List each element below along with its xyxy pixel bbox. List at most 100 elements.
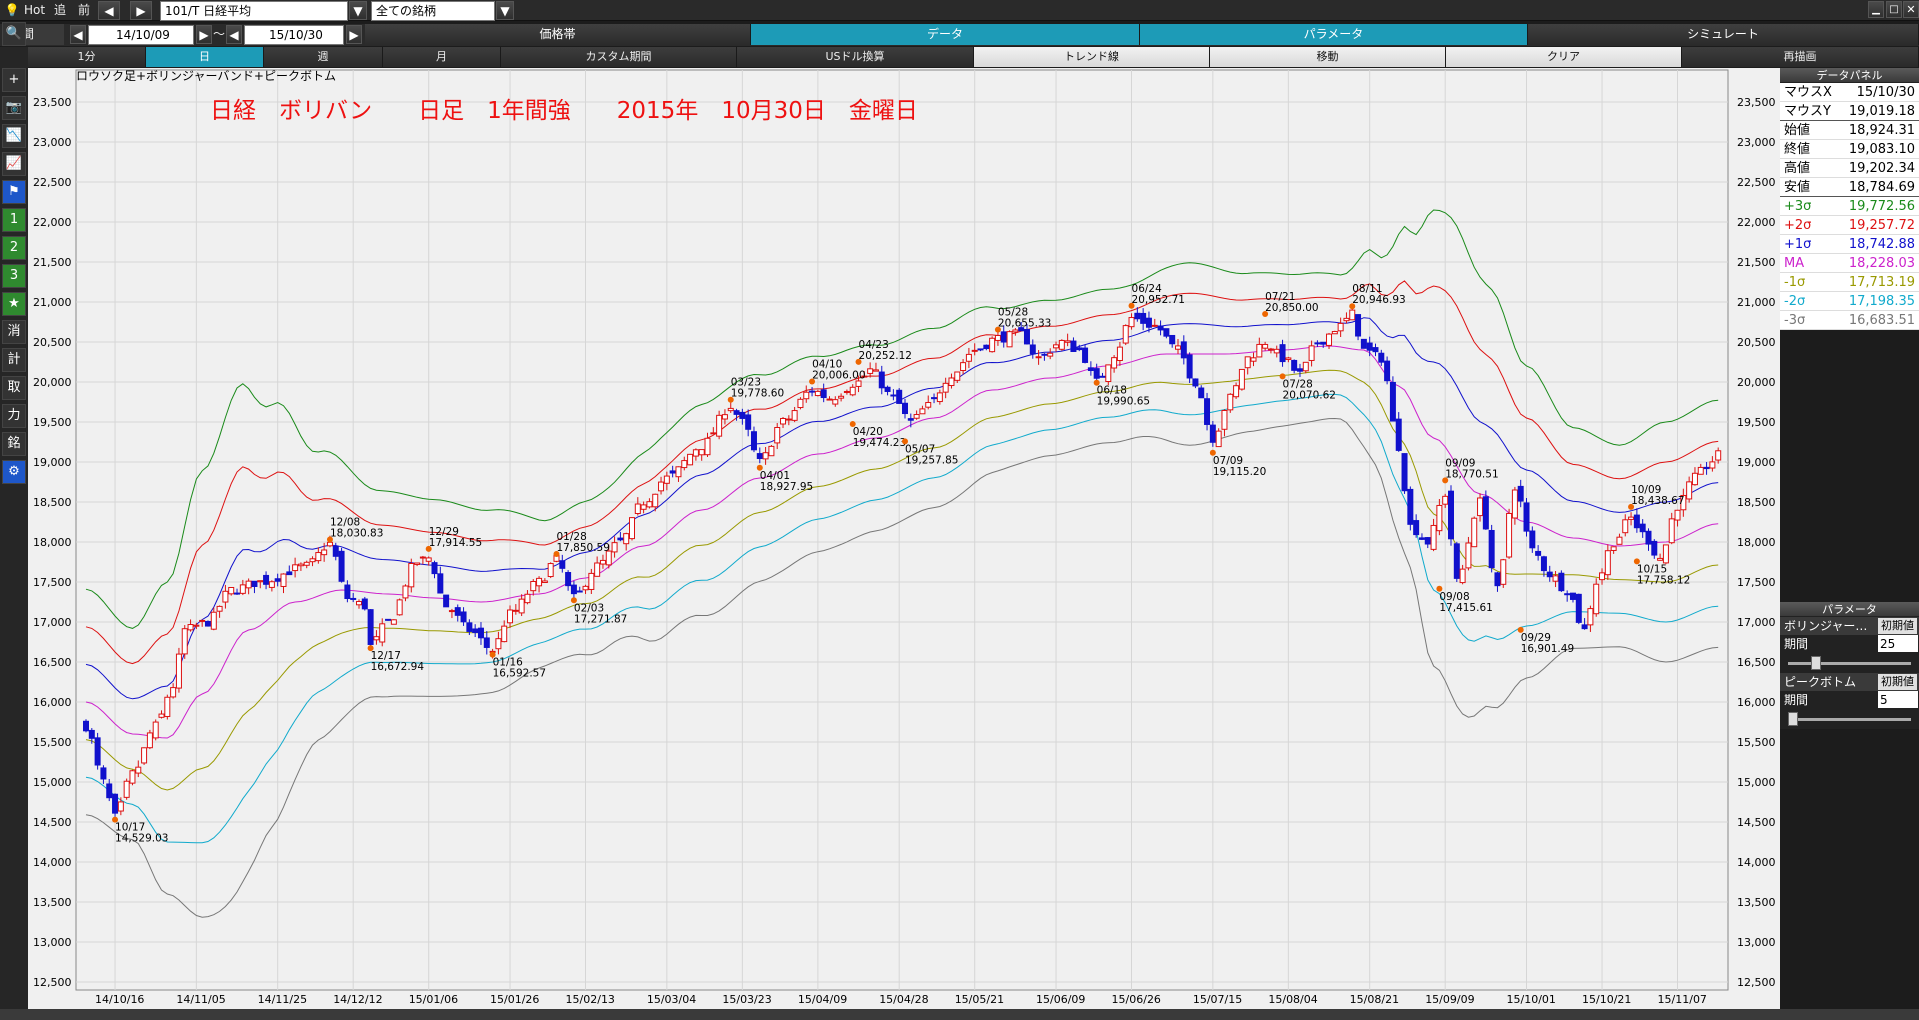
calc-icon[interactable]: 計 — [2, 348, 26, 372]
data-row: 高値 19,202.34 — [1780, 159, 1919, 178]
data-panel: マウスX 15/10/30 マウスY 19,019.18 始値 18,924.31 終値 19… — [1780, 83, 1919, 330]
candle-body — [809, 390, 816, 393]
bollinger-period-input[interactable]: 25 — [1878, 635, 1918, 652]
interval-week-button[interactable]: 週 — [264, 47, 383, 67]
peak-slider-thumb[interactable] — [1788, 712, 1798, 726]
candle-body — [925, 402, 932, 408]
y-tick-label-left: 12,500 — [33, 976, 72, 989]
three-icon[interactable]: 3 — [2, 264, 26, 288]
candle-body — [884, 386, 891, 392]
close-icon[interactable]: ✕ — [1903, 1, 1919, 18]
universe-dropdown-icon[interactable]: ▼ — [496, 1, 514, 20]
to-back-icon[interactable]: ◀ — [226, 25, 242, 44]
from-date-input[interactable]: 14/10/09 — [88, 25, 194, 45]
candle-body — [1175, 345, 1181, 350]
trend-line-button[interactable]: トレンド線 — [974, 47, 1210, 67]
to-date-input[interactable]: 15/10/30 — [244, 25, 344, 45]
prev-button[interactable]: 前 — [78, 0, 90, 21]
maximize-icon[interactable]: □ — [1886, 1, 1902, 18]
bulb-icon[interactable]: 💡 — [4, 0, 20, 21]
peak-period-slider[interactable] — [1780, 709, 1919, 729]
peak-period-input[interactable]: 5 — [1878, 691, 1918, 708]
clear-button[interactable]: クリア — [1446, 47, 1682, 67]
peak-value-label: 20,946.93 — [1352, 294, 1405, 306]
forward-arrow-icon[interactable]: ▶ — [130, 1, 152, 20]
tab-price-band[interactable]: 価格帯 — [365, 24, 751, 45]
candle-body — [350, 597, 357, 600]
data-row-value: 16,683.51 — [1848, 313, 1915, 328]
candle-body — [524, 593, 531, 604]
y-tick-label-left: 22,500 — [33, 176, 72, 189]
chart-title: 日経 ボリバン 日足 1年間強 2015年 10月30日 金曜日 — [210, 98, 918, 124]
chart-line-icon[interactable]: 📈 — [2, 152, 26, 176]
code-dropdown-icon[interactable]: ▼ — [349, 1, 367, 20]
candle-body — [385, 618, 392, 621]
candle-body — [1616, 536, 1623, 545]
bollinger-slider-thumb[interactable] — [1810, 656, 1821, 670]
interval-day-button[interactable]: 日 — [146, 47, 264, 67]
candle-body — [141, 747, 148, 764]
candle-body — [611, 542, 618, 553]
candle-body — [315, 552, 322, 562]
candle-body — [1349, 309, 1356, 321]
candle-body — [1517, 485, 1524, 502]
candle-body — [965, 353, 972, 362]
from-back-icon[interactable]: ◀ — [70, 25, 86, 44]
star-icon[interactable]: ★ — [2, 292, 26, 316]
y-tick-label-right: 14,000 — [1737, 856, 1776, 869]
y-tick-label-left: 18,000 — [33, 536, 72, 549]
search-icon[interactable]: 🔍 — [2, 22, 26, 46]
interval-1min-button[interactable]: 1分 — [28, 47, 146, 67]
universe-select[interactable]: 全ての銘柄 — [371, 1, 495, 21]
flag-icon[interactable]: ⚑ — [2, 180, 26, 204]
bollinger-reset-button[interactable]: 初期値 — [1878, 618, 1917, 634]
candle-body — [1639, 523, 1646, 533]
candle-body — [1430, 524, 1437, 550]
peak-reset-button[interactable]: 初期値 — [1878, 674, 1917, 690]
move-button[interactable]: 移動 — [1210, 47, 1446, 67]
gear-icon[interactable]: ⚙ — [2, 460, 26, 484]
erase-icon[interactable]: 消 — [2, 320, 26, 344]
stock-icon[interactable]: 銘 — [2, 432, 26, 456]
to-forward-icon[interactable]: ▶ — [346, 25, 362, 44]
order-icon[interactable]: 取 — [2, 376, 26, 400]
candle-body — [1703, 466, 1710, 470]
plus-icon[interactable]: + — [2, 68, 26, 92]
back-arrow-icon[interactable]: ◀ — [98, 1, 120, 20]
power-icon[interactable]: 力 — [2, 404, 26, 428]
x-tick-label: 15/06/26 — [1112, 993, 1161, 1006]
tab-simulate[interactable]: シミュレート — [1528, 24, 1919, 45]
tab-parameter[interactable]: パラメータ — [1140, 24, 1528, 45]
two-icon[interactable]: 2 — [2, 236, 26, 260]
candle-body — [1041, 353, 1048, 356]
y-tick-label-right: 20,500 — [1737, 336, 1776, 349]
y-tick-label-left: 15,000 — [33, 776, 72, 789]
candle-body — [582, 585, 589, 591]
candle-body — [1488, 529, 1495, 569]
bottom-value-label: 19,257.85 — [905, 454, 958, 466]
chart-icon[interactable]: 📉 — [2, 124, 26, 148]
one-icon[interactable]: 1 — [2, 208, 26, 232]
stock-code-input[interactable]: 101/T 日経平均 — [160, 1, 348, 21]
from-forward-icon[interactable]: ▶ — [196, 25, 212, 44]
candlestick-chart[interactable]: 12,500 12,500 13,000 13,000 13,500 13,500 14,0… — [28, 68, 1780, 1020]
custom-period-button[interactable]: カスタム期間 — [501, 47, 737, 67]
redraw-button[interactable]: 再描画 — [1682, 47, 1919, 67]
candle-body — [1134, 312, 1141, 320]
candle-body — [1569, 592, 1576, 600]
candle-body — [994, 335, 1001, 341]
candle-body — [1581, 624, 1588, 630]
next-button[interactable]: 追 — [54, 0, 66, 21]
hot-button[interactable]: Hot — [24, 0, 45, 21]
camera-icon[interactable]: 📷 — [2, 96, 26, 120]
usd-convert-button[interactable]: USドル換算 — [737, 47, 974, 67]
minimize-icon[interactable]: ▁ — [1868, 1, 1884, 18]
candle-body — [1715, 450, 1722, 461]
y-tick-label-right: 19,500 — [1737, 416, 1776, 429]
bollinger-period-slider[interactable] — [1780, 653, 1919, 673]
chart-area[interactable]: 12,500 12,500 13,000 13,000 13,500 13,500 14,0… — [28, 68, 1780, 1020]
timeline-scrollbar[interactable] — [0, 1009, 1919, 1020]
tab-data[interactable]: データ — [751, 24, 1140, 45]
interval-month-button[interactable]: 月 — [383, 47, 501, 67]
data-row-key: 終値 — [1784, 142, 1811, 157]
